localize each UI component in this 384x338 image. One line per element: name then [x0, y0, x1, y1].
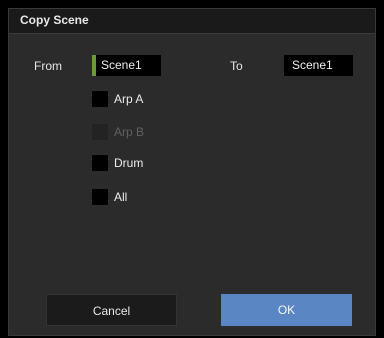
all-label: All: [114, 190, 128, 204]
from-scene-field[interactable]: Scene1: [92, 55, 161, 76]
ok-button[interactable]: OK: [221, 294, 352, 326]
dialog-title: Copy Scene: [20, 13, 89, 27]
from-label: From: [34, 59, 62, 73]
to-label: To: [230, 59, 243, 73]
dialog-title-bar: Copy Scene: [9, 9, 375, 34]
to-scene-field[interactable]: Scene1: [284, 55, 353, 76]
all-checkbox-box[interactable]: [92, 189, 108, 205]
to-scene-value: Scene1: [292, 58, 333, 72]
cancel-button[interactable]: Cancel: [46, 294, 177, 326]
arp-a-label: Arp A: [114, 92, 144, 106]
drum-checkbox-box[interactable]: [92, 155, 108, 171]
from-scene-value: Scene1: [101, 58, 142, 72]
arp-a-checkbox-box[interactable]: [92, 91, 108, 107]
arp-b-checkbox-box: [92, 124, 108, 140]
arp-b-label: Arp B: [114, 125, 145, 139]
focus-indicator: [92, 55, 96, 76]
drum-label: Drum: [114, 156, 144, 170]
copy-scene-dialog: Copy Scene From Scene1 To Scene1 Arp A A…: [8, 8, 376, 336]
